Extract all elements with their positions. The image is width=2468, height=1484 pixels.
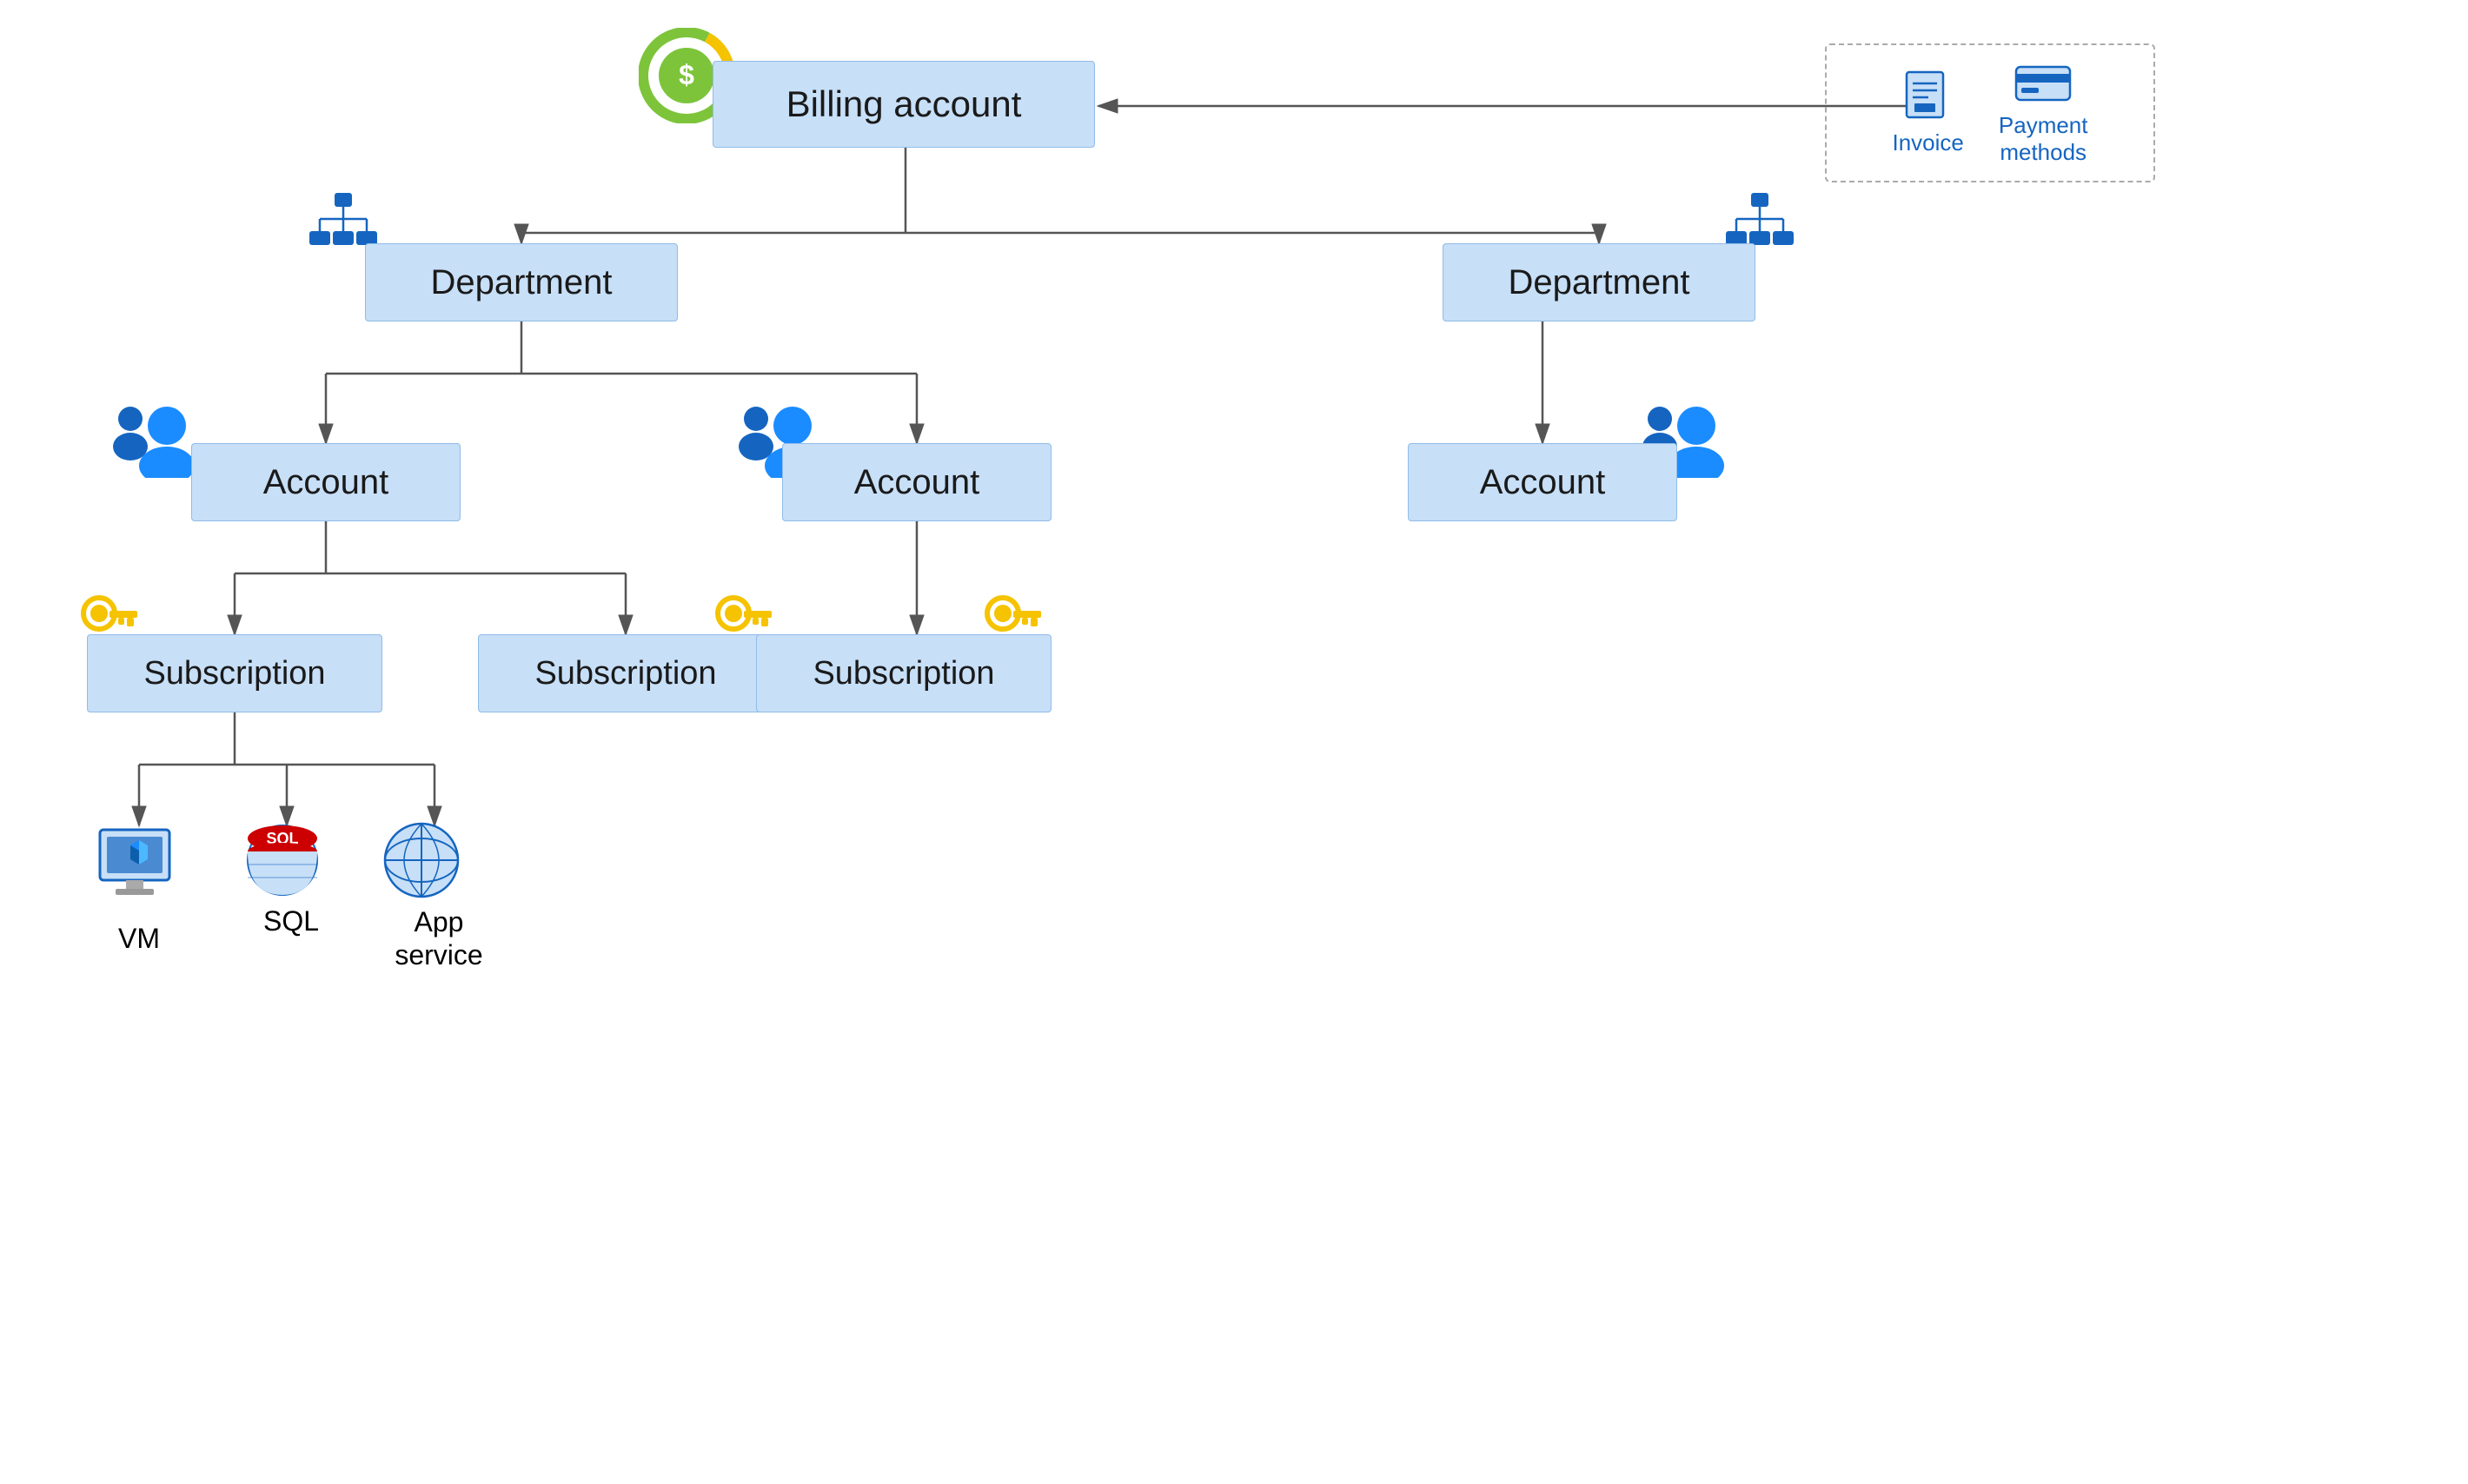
- dept1-box: Department: [365, 243, 678, 321]
- sub1-label: Subscription: [143, 655, 325, 692]
- sub3-label: Subscription: [813, 655, 994, 692]
- account1-box: Account: [191, 443, 461, 521]
- account1-icon: [104, 400, 200, 482]
- sql-svg-icon: SQL SQL: [243, 821, 322, 899]
- invoice-icon: [1902, 70, 1954, 123]
- app-service-label: App service: [382, 905, 495, 972]
- sql-label: SQL: [243, 905, 339, 937]
- account2-box: Account: [782, 443, 1052, 521]
- account1-person-icon: [104, 400, 200, 478]
- sql-icon: SQL SQL SQL: [243, 821, 339, 917]
- sub2-label: Subscription: [534, 655, 716, 692]
- dept1-label: Department: [431, 263, 613, 302]
- invoice-payment-box: Invoice Payment methods: [1825, 43, 2155, 182]
- account3-label: Account: [1480, 463, 1606, 502]
- account1-label: Account: [263, 463, 389, 502]
- sub3-box: Subscription: [756, 634, 1052, 712]
- billing-account-label: Billing account: [786, 83, 1022, 125]
- svg-text:$: $: [679, 59, 694, 90]
- payment-icon: [2013, 60, 2073, 105]
- payment-item: Payment methods: [1999, 60, 2088, 166]
- invoice-label: Invoice: [1893, 129, 1964, 156]
- invoice-item: Invoice: [1893, 70, 1964, 156]
- vm-svg-icon: [91, 821, 187, 917]
- app-service-icon: App service: [382, 821, 495, 925]
- payment-label: Payment methods: [1999, 112, 2088, 166]
- account3-box: Account: [1408, 443, 1677, 521]
- dept2-label: Department: [1509, 263, 1690, 302]
- appservice-svg-icon: [382, 821, 461, 899]
- vm-icon: VM: [91, 821, 187, 917]
- sub1-box: Subscription: [87, 634, 382, 712]
- sub2-box: Subscription: [478, 634, 773, 712]
- dept2-box: Department: [1443, 243, 1755, 321]
- billing-account-box: Billing account: [713, 61, 1095, 148]
- diagram-container: $ Billing account Invoice Payment: [0, 0, 2468, 1484]
- account2-label: Account: [854, 463, 980, 502]
- vm-label: VM: [91, 923, 187, 955]
